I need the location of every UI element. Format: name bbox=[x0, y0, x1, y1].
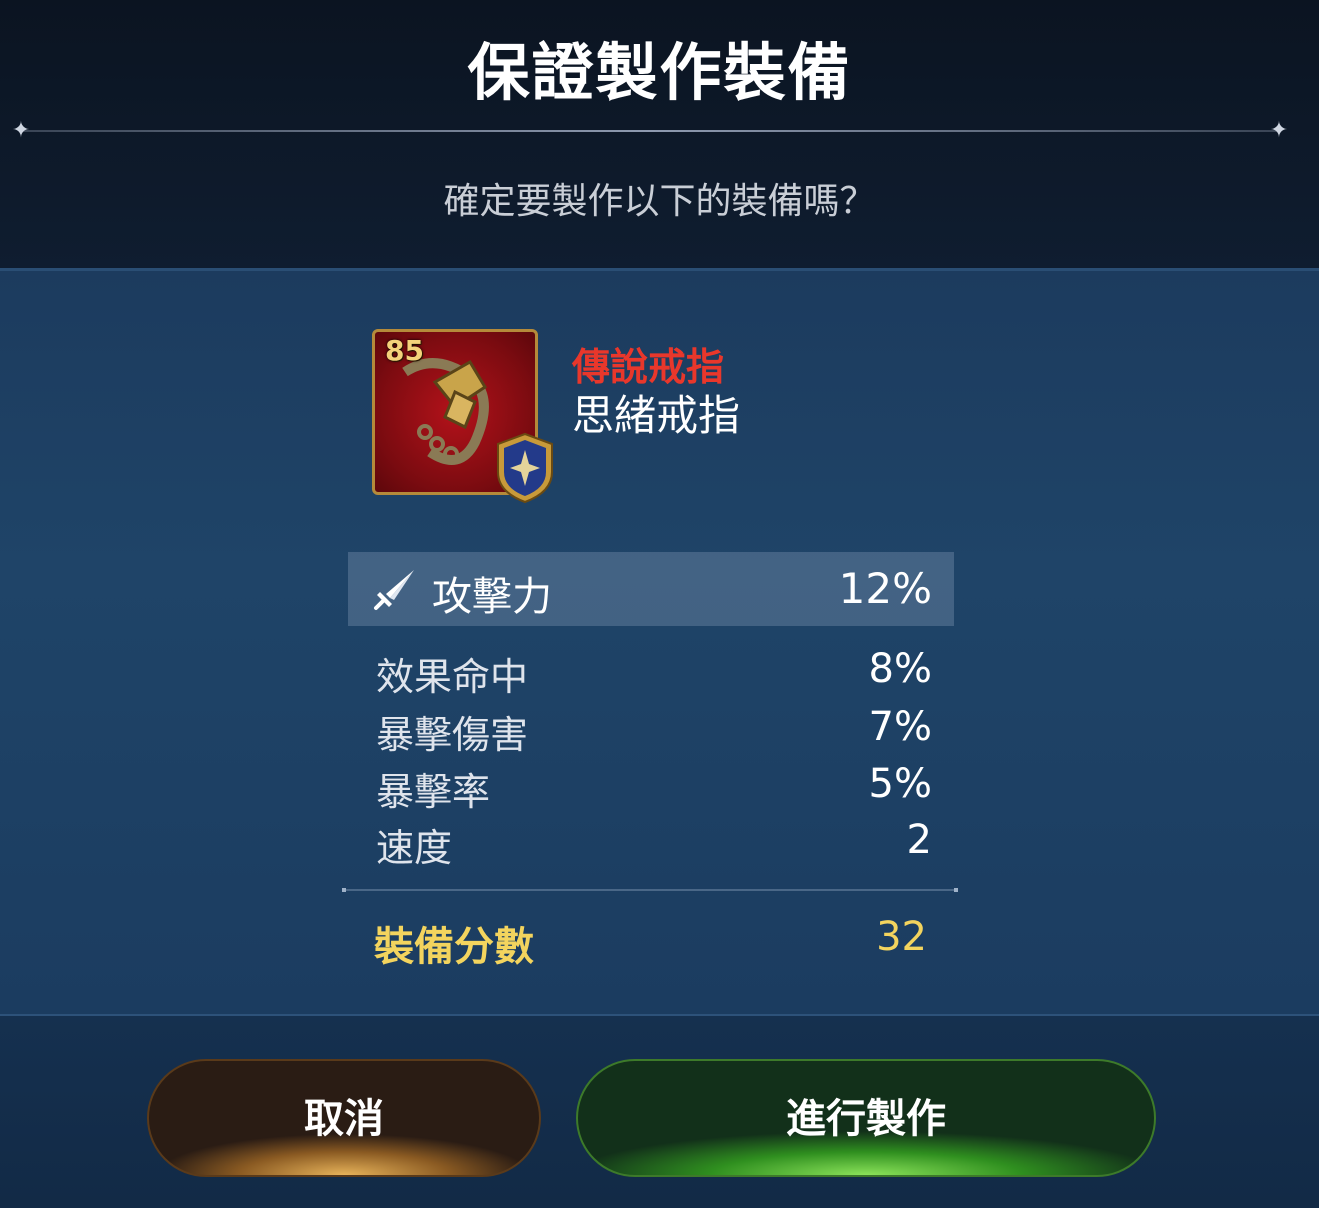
sparkle-icon: ✦ bbox=[11, 118, 31, 143]
sub-stat-label: 暴擊傷害 bbox=[376, 713, 529, 757]
craft-confirm-dialog: 保證製作裝備 ✦ ✦ 確定要製作以下的裝備嗎？ 85 傳說戒指 思緒戒指 攻擊力… bbox=[0, 0, 1319, 1208]
sub-stat-row: 效果命中 8% bbox=[376, 646, 932, 699]
dialog-title: 保證製作裝備 bbox=[467, 36, 852, 109]
cancel-button[interactable]: 取消 bbox=[147, 1059, 541, 1177]
sub-stat-value: 5% bbox=[868, 761, 932, 807]
dialog-subtitle: 確定要製作以下的裝備嗎？ bbox=[443, 181, 876, 222]
main-stat-row: 攻擊力 12% bbox=[348, 552, 954, 626]
class-badge-icon bbox=[494, 432, 556, 504]
sub-stat-label: 速度 bbox=[376, 826, 453, 870]
sub-stat-label: 效果命中 bbox=[376, 655, 529, 699]
sub-stat-row: 速度 2 bbox=[376, 817, 932, 870]
main-stat-label: 攻擊力 bbox=[432, 574, 552, 620]
gear-score-label: 裝備分數 bbox=[374, 924, 534, 970]
item-level: 85 bbox=[385, 334, 424, 367]
sub-stat-value: 8% bbox=[868, 646, 932, 692]
craft-button[interactable]: 進行製作 bbox=[576, 1059, 1156, 1177]
stat-divider bbox=[342, 888, 958, 892]
gear-score-value: 32 bbox=[876, 914, 927, 960]
sub-stat-row: 暴擊傷害 7% bbox=[376, 704, 932, 757]
sub-stat-row: 暴擊率 5% bbox=[376, 761, 932, 814]
sparkle-icon: ✦ bbox=[1269, 118, 1289, 143]
sub-stat-value: 2 bbox=[906, 817, 932, 863]
item-name: 思緒戒指 bbox=[572, 391, 741, 440]
sub-stat-label: 暴擊率 bbox=[376, 770, 491, 814]
sub-stat-value: 7% bbox=[868, 704, 932, 750]
header-divider bbox=[20, 130, 1280, 132]
sword-icon bbox=[372, 566, 418, 612]
dialog-header: 保證製作裝備 ✦ ✦ 確定要製作以下的裝備嗎？ bbox=[0, 0, 1319, 268]
main-stat-value: 12% bbox=[838, 564, 932, 613]
